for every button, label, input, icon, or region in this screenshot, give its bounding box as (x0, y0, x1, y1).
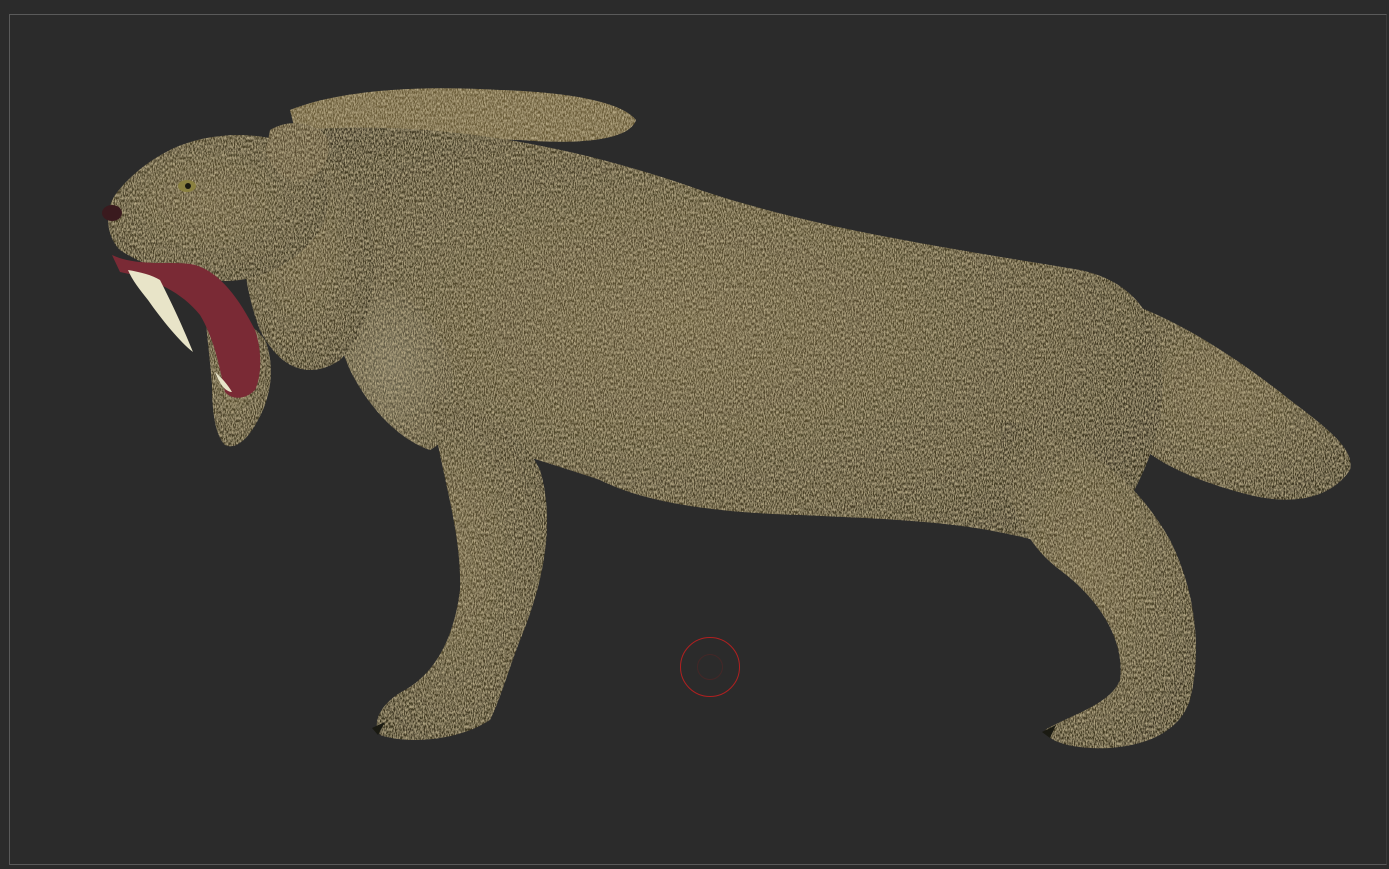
front-leg (376, 400, 548, 740)
brush-inner-ring-icon (697, 654, 723, 680)
3d-viewport[interactable] (0, 0, 1389, 869)
model-render[interactable] (0, 0, 1389, 869)
hind-leg (1000, 420, 1196, 749)
nose (102, 205, 122, 221)
